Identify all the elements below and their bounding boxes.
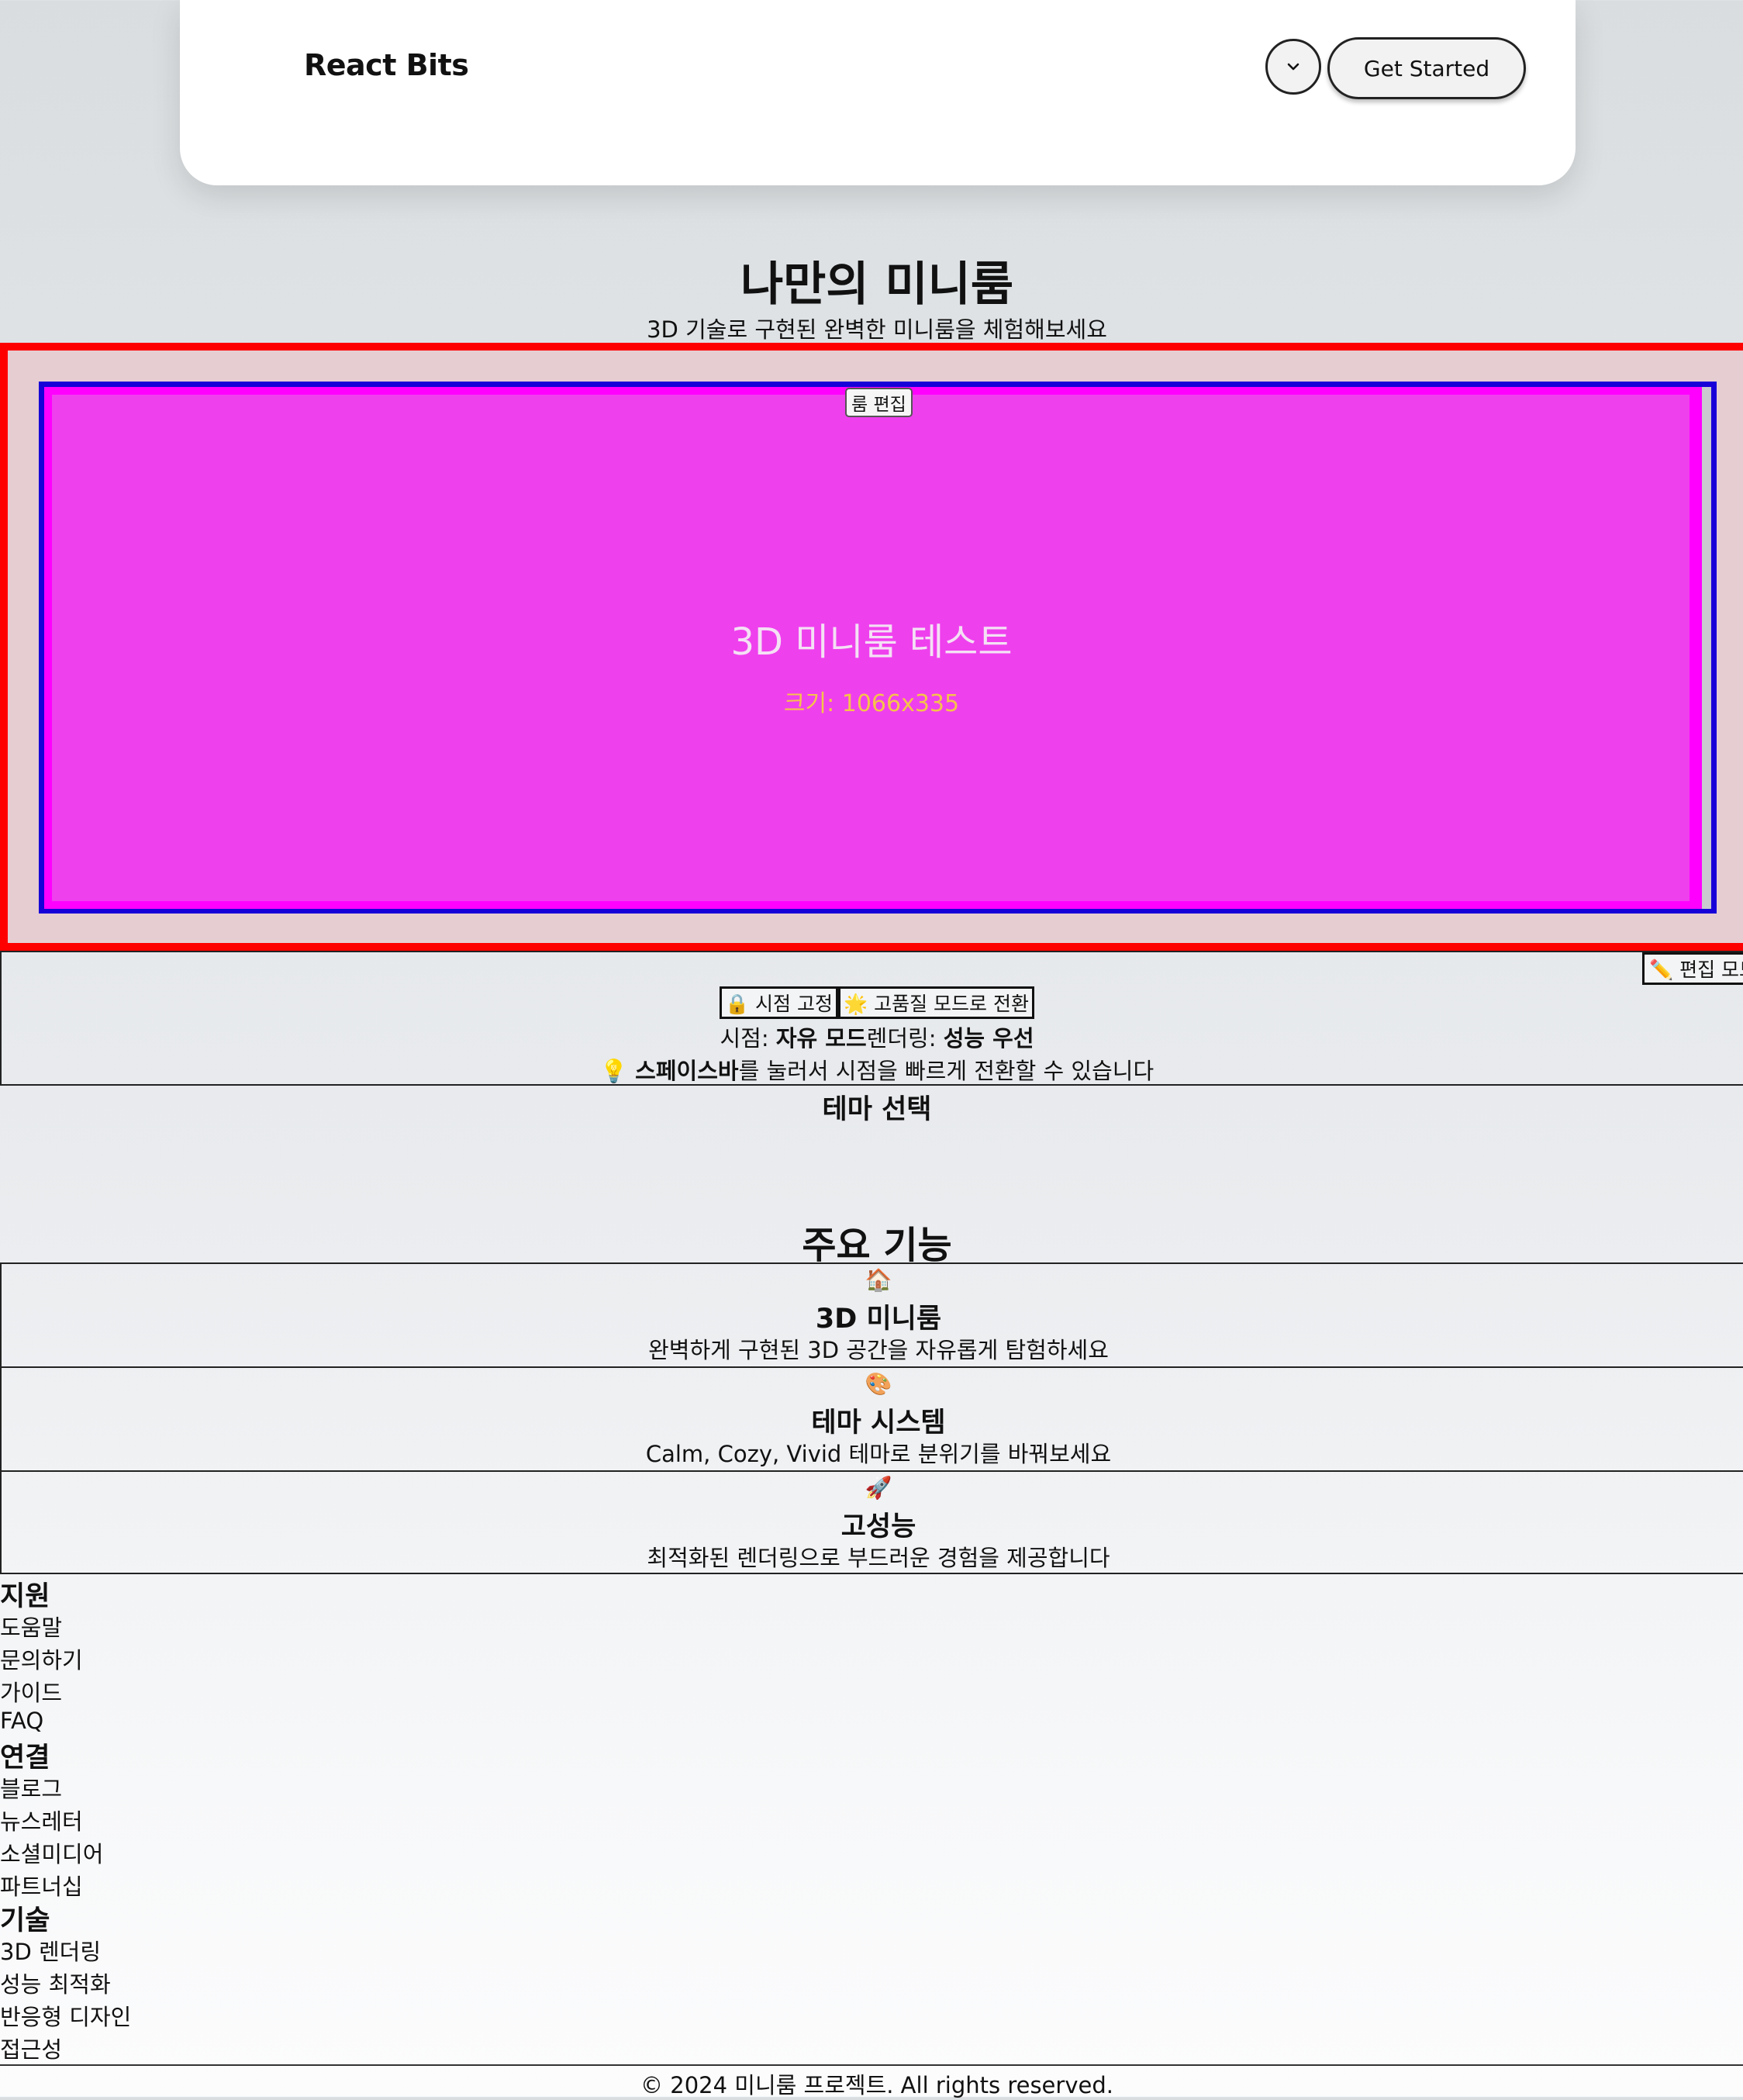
feature-card: 🏠 3D 미니룸 완벽하게 구현된 3D 공간을 자유롭게 탐험하세요	[0, 1262, 1743, 1368]
lightbulb-icon: 💡	[599, 1058, 628, 1084]
status-line: 시점: 자유 모드렌더링: 성능 우선	[0, 1021, 1743, 1053]
footer-link[interactable]: 3D 렌더링	[0, 1934, 101, 1967]
footer-link[interactable]: 블로그	[0, 1771, 62, 1804]
hero-title: 나만의 미니룸	[740, 257, 1014, 312]
canvas-title: 3D 미니룸 테스트	[730, 620, 1013, 664]
feature-description: 완벽하게 구현된 3D 공간을 자유롭게 탐험하세요	[648, 1337, 1109, 1363]
copyright: © 2024 미니룸 프로젝트. All rights reserved.	[640, 2072, 1113, 2098]
footer-link[interactable]: FAQ	[0, 1708, 43, 1734]
view-label: 시점:	[720, 1025, 776, 1052]
get-started-button[interactable]: Get Started	[1327, 37, 1526, 99]
room-edit-button[interactable]: 룸 편집	[845, 388, 913, 417]
chevron-down-icon	[1287, 63, 1299, 71]
footer-link[interactable]: 소셜미디어	[0, 1836, 103, 1869]
view-value: 자유 모드	[775, 1025, 867, 1052]
render-value: 성능 우선	[943, 1025, 1034, 1052]
feature-description: Calm, Cozy, Vivid 테마로 분위기를 바꿔보세요	[645, 1441, 1112, 1467]
feature-card: 🎨 테마 시스템 Calm, Cozy, Vivid 테마로 분위기를 바꿔보세…	[0, 1366, 1743, 1472]
footer-divider	[0, 2064, 1743, 2066]
lock-view-button[interactable]: 🔒 시점 고정	[719, 986, 839, 1019]
footer-heading-support: 지원	[0, 1581, 50, 1612]
footer-link[interactable]: 성능 최적화	[0, 1967, 111, 1999]
feature-title: 3D 미니룸	[815, 1304, 942, 1335]
navbar: React Bits Get Started	[180, 0, 1576, 185]
footer-heading-connect: 연결	[0, 1743, 50, 1774]
control-buttons: 🔒 시점 고정 🌟 고품질 모드로 전환	[0, 986, 1743, 1019]
hero-subtitle: 3D 기술로 구현된 완벽한 미니룸을 체험해보세요	[647, 316, 1107, 343]
tip-line: 💡 스페이스바를 눌러서 시점을 빠르게 전환할 수 있습니다	[0, 1053, 1743, 1086]
feature-title: 테마 시스템	[811, 1407, 946, 1439]
tip-key: 스페이스바	[635, 1058, 739, 1084]
feature-card: 🚀 고성능 최적화된 렌더링으로 부드러운 경험을 제공합니다	[0, 1470, 1743, 1574]
footer-heading-tech: 기술	[0, 1905, 50, 1936]
features-heading: 주요 기능	[802, 1224, 952, 1267]
footer-link[interactable]: 파트너십	[0, 1869, 83, 1901]
canvas-size: 크기: 1066x335	[783, 690, 960, 717]
palette-icon: 🎨	[865, 1371, 892, 1397]
brand-logo[interactable]: React Bits	[304, 48, 469, 82]
footer-link[interactable]: 뉴스레터	[0, 1804, 83, 1836]
feature-description: 최적화된 렌더링으로 부드러운 경험을 제공합니다	[647, 1545, 1110, 1571]
feature-title: 고성능	[840, 1511, 916, 1542]
house-icon: 🏠	[865, 1267, 892, 1293]
rocket-icon: 🚀	[865, 1475, 892, 1501]
footer-link[interactable]: 문의하기	[0, 1642, 83, 1675]
edit-mode-button[interactable]: ✏️ 편집 모드	[1642, 952, 1743, 985]
tip-text: 를 눌러서 시점을 빠르게 전환할 수 있습니다	[738, 1058, 1155, 1084]
footer-link[interactable]: 접근성	[0, 2032, 62, 2064]
quality-toggle-button[interactable]: 🌟 고품질 모드로 전환	[838, 986, 1034, 1019]
render-label: 렌더링:	[866, 1025, 944, 1052]
footer-link[interactable]: 도움말	[0, 1610, 62, 1642]
footer-link[interactable]: 반응형 디자인	[0, 1999, 131, 2032]
theme-heading: 테마 선택	[822, 1094, 932, 1125]
footer-link[interactable]: 가이드	[0, 1675, 62, 1708]
menu-toggle-button[interactable]	[1265, 39, 1321, 95]
